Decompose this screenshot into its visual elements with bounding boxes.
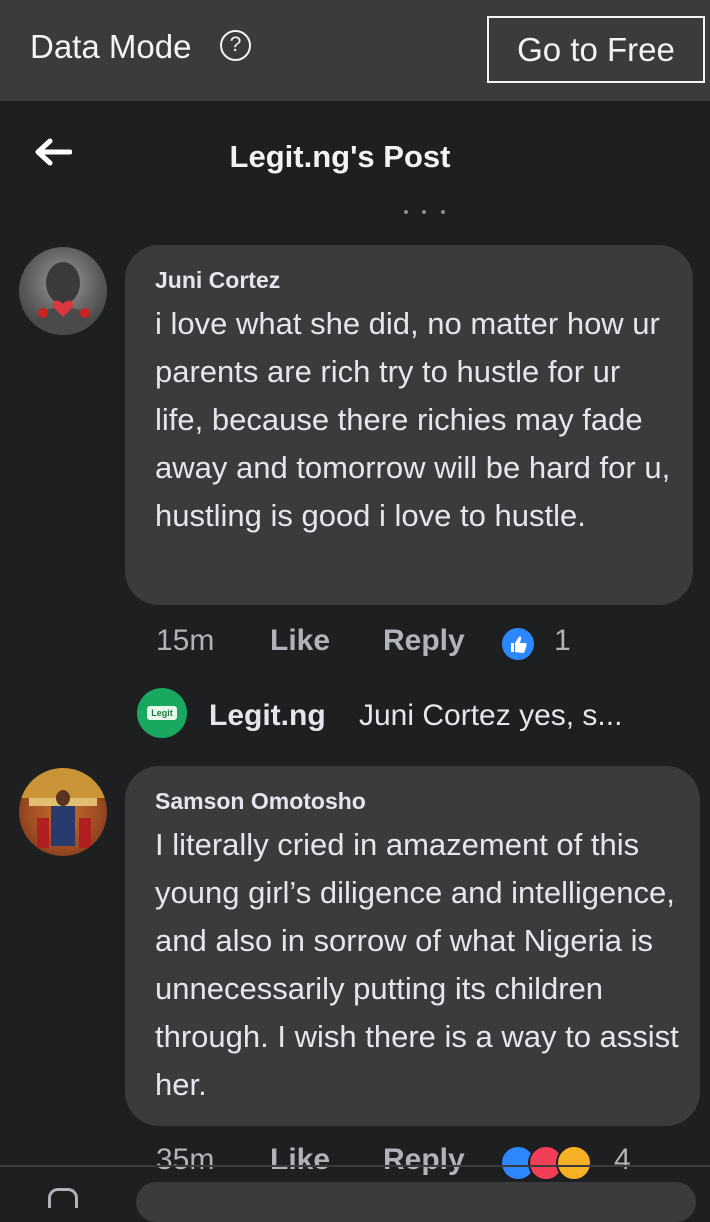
reply-button[interactable]: Reply (383, 1143, 465, 1177)
avatar-photo (19, 768, 107, 848)
haha-reaction-icon[interactable] (556, 1145, 592, 1181)
comment-time: 15m (156, 624, 215, 657)
info-icon[interactable]: ? (220, 30, 251, 61)
reaction-count[interactable]: 1 (554, 624, 571, 658)
comment-text: I literally cried in amazement of this y… (155, 827, 679, 1102)
like-button[interactable]: Like (270, 1143, 330, 1177)
comment-bubble: Juni Cortez i love what she did, no matt… (125, 245, 693, 605)
data-mode-label: Data Mode (30, 28, 192, 65)
page-title: Legit.ng's Post (229, 139, 451, 174)
avatar-photo (33, 262, 93, 335)
reply-button[interactable]: Reply (383, 624, 465, 658)
reply-preview[interactable]: Legit Legit.ng Juni Cortez yes, s... (137, 683, 697, 743)
avatar[interactable] (19, 768, 107, 856)
data-mode-bar: Data Mode ? Go to Free (0, 0, 710, 101)
go-to-free-button[interactable]: Go to Free (487, 16, 705, 83)
comment-time: 35m (156, 1143, 215, 1176)
reply-snippet[interactable]: Juni Cortez yes, s... (359, 699, 622, 733)
comment-input[interactable] (136, 1182, 696, 1222)
reaction-count[interactable]: 4 (614, 1143, 631, 1177)
divider (0, 1165, 710, 1167)
comment-bubble: Samson Omotosho I literally cried in ama… (125, 766, 700, 1126)
camera-icon[interactable] (48, 1188, 78, 1208)
like-button[interactable]: Like (270, 624, 330, 658)
comment-author[interactable]: Samson Omotosho (155, 788, 680, 815)
comment-text: i love what she did, no matter how ur pa… (155, 306, 671, 533)
legit-logo-avatar: Legit (137, 688, 187, 738)
thumbs-up-reaction-icon[interactable] (500, 626, 536, 662)
post-header: Legit.ng's Post (0, 101, 710, 221)
more-dots-icon (404, 210, 445, 214)
comment-author[interactable]: Juni Cortez (155, 267, 673, 294)
avatar[interactable] (19, 247, 107, 335)
reply-author[interactable]: Legit.ng (209, 699, 326, 733)
